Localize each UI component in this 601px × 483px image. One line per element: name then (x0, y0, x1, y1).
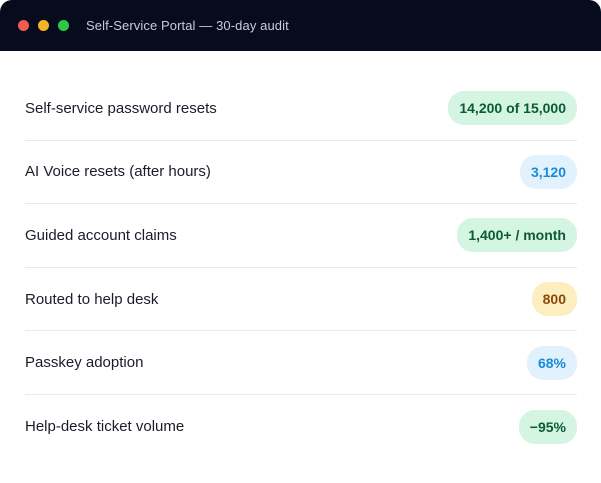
metric-value-badge: 68% (526, 345, 577, 380)
metric-value-badge: 1,400+ / month (457, 218, 577, 253)
metric-label: Self-service password resets (25, 99, 217, 117)
metric-row-routed-help-desk: Routed to help desk 800 (25, 268, 577, 332)
metric-label: Passkey adoption (25, 354, 144, 372)
metric-row-password-resets: Self-service password resets 14,200 of 1… (25, 77, 577, 141)
close-window-button[interactable] (18, 20, 29, 31)
metric-row-ticket-volume: Help-desk ticket volume −95% (25, 395, 577, 459)
metric-row-ai-voice-resets: AI Voice resets (after hours) 3,120 (25, 141, 577, 205)
metric-label: Guided account claims (25, 226, 177, 244)
window-title: Self-Service Portal — 30-day audit (86, 18, 289, 33)
metrics-list: Self-service password resets 14,200 of 1… (0, 51, 601, 459)
metric-value-badge: 14,200 of 15,000 (448, 91, 577, 126)
metric-value-badge: 800 (531, 282, 577, 317)
metric-row-passkey-adoption: Passkey adoption 68% (25, 331, 577, 395)
minimize-window-button[interactable] (38, 20, 49, 31)
maximize-window-button[interactable] (58, 20, 69, 31)
metric-value-badge: 3,120 (519, 154, 577, 189)
title-bar: Self-Service Portal — 30-day audit (0, 0, 601, 51)
metric-label: Routed to help desk (25, 290, 159, 308)
portal-window: Self-Service Portal — 30-day audit Self-… (0, 0, 601, 483)
metric-value-badge: −95% (518, 409, 577, 444)
metric-label: Help-desk ticket volume (25, 418, 185, 436)
metric-row-account-claims: Guided account claims 1,400+ / month (25, 204, 577, 268)
metric-label: AI Voice resets (after hours) (25, 163, 211, 181)
